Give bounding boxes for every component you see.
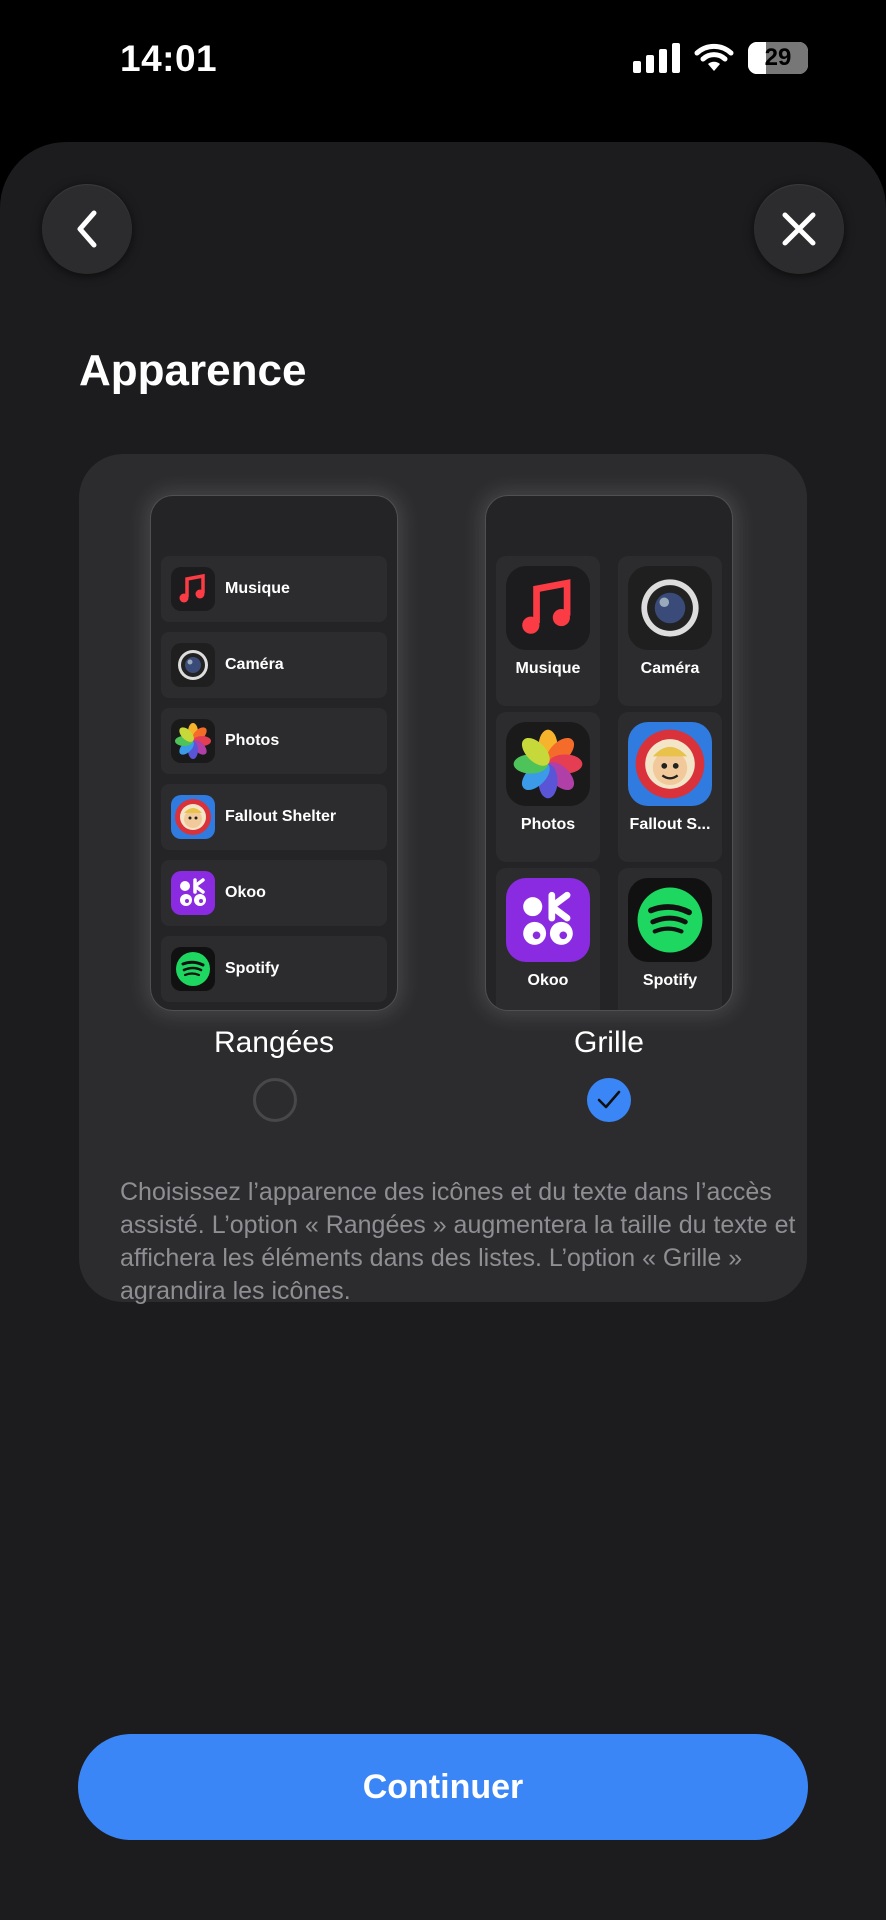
grid-item: Spotify — [618, 868, 722, 1010]
grid-item: Okoo — [496, 868, 600, 1010]
close-icon — [782, 212, 816, 246]
rows-preview[interactable]: Musique Caméra Photos Fallout Shelter Ok… — [151, 496, 397, 1010]
modal-sheet: Apparence Musique Caméra Photos Fallout … — [0, 142, 886, 1920]
grid-item-label: Fallout S... — [629, 816, 711, 833]
status-time: 14:01 — [120, 38, 218, 79]
page-title: Apparence — [79, 346, 307, 395]
list-item-label: Photos — [225, 732, 280, 749]
spotify-icon — [171, 947, 215, 991]
battery-icon: 29 — [748, 42, 808, 74]
appearance-options-card: Musique Caméra Photos Fallout Shelter Ok… — [79, 454, 807, 1302]
list-item: Musique — [161, 556, 387, 622]
rows-radio[interactable] — [253, 1078, 297, 1122]
list-item-label: Caméra — [225, 656, 284, 673]
back-button[interactable] — [42, 184, 132, 274]
list-item: Spotify — [161, 936, 387, 1002]
list-item: Photos — [161, 708, 387, 774]
fallout-shelter-icon — [628, 722, 712, 806]
list-item: Caméra — [161, 632, 387, 698]
grid-option-label[interactable]: Grille — [486, 1026, 732, 1060]
status-bar: 14:01 29 — [0, 0, 886, 120]
photos-icon — [171, 719, 215, 763]
grid-item: Photos — [496, 712, 600, 862]
music-icon — [506, 566, 590, 650]
grid-item: Fallout S... — [618, 712, 722, 862]
grid-item-label: Okoo — [527, 972, 569, 989]
grid-item: Caméra — [618, 556, 722, 706]
continue-button[interactable]: Continuer — [78, 1734, 808, 1840]
battery-level: 29 — [764, 44, 792, 71]
list-item-label: Musique — [225, 580, 290, 597]
grid-preview[interactable]: Musique Caméra Photos Fallout S... Okoo … — [486, 496, 732, 1010]
list-item: Okoo — [161, 860, 387, 926]
list-item: Fallout Shelter — [161, 784, 387, 850]
spotify-icon — [628, 878, 712, 962]
grid-item: Musique — [496, 556, 600, 706]
list-item-label: Spotify — [225, 960, 280, 977]
okoo-icon — [171, 871, 215, 915]
fallout-shelter-icon — [171, 795, 215, 839]
list-item-label: Okoo — [225, 884, 266, 901]
rows-option-label[interactable]: Rangées — [151, 1026, 397, 1060]
grid-item-label: Caméra — [640, 660, 700, 677]
status-icons: 29 — [633, 42, 808, 74]
close-button[interactable] — [754, 184, 844, 274]
camera-icon — [628, 566, 712, 650]
wifi-icon — [694, 43, 734, 71]
camera-icon — [171, 643, 215, 687]
music-icon — [171, 567, 215, 611]
photos-icon — [506, 722, 590, 806]
grid-item-label: Photos — [520, 816, 576, 833]
grid-item-label: Spotify — [642, 972, 698, 989]
okoo-icon — [506, 878, 590, 962]
chevron-left-icon — [77, 210, 97, 248]
list-item-label: Fallout Shelter — [225, 808, 337, 825]
description-text: Choisissez l’apparence des icônes et du … — [120, 1178, 796, 1305]
grid-item-label: Musique — [515, 660, 581, 677]
signal-icon — [633, 43, 680, 73]
grid-radio[interactable] — [587, 1078, 631, 1122]
checkmark-icon — [597, 1090, 621, 1109]
